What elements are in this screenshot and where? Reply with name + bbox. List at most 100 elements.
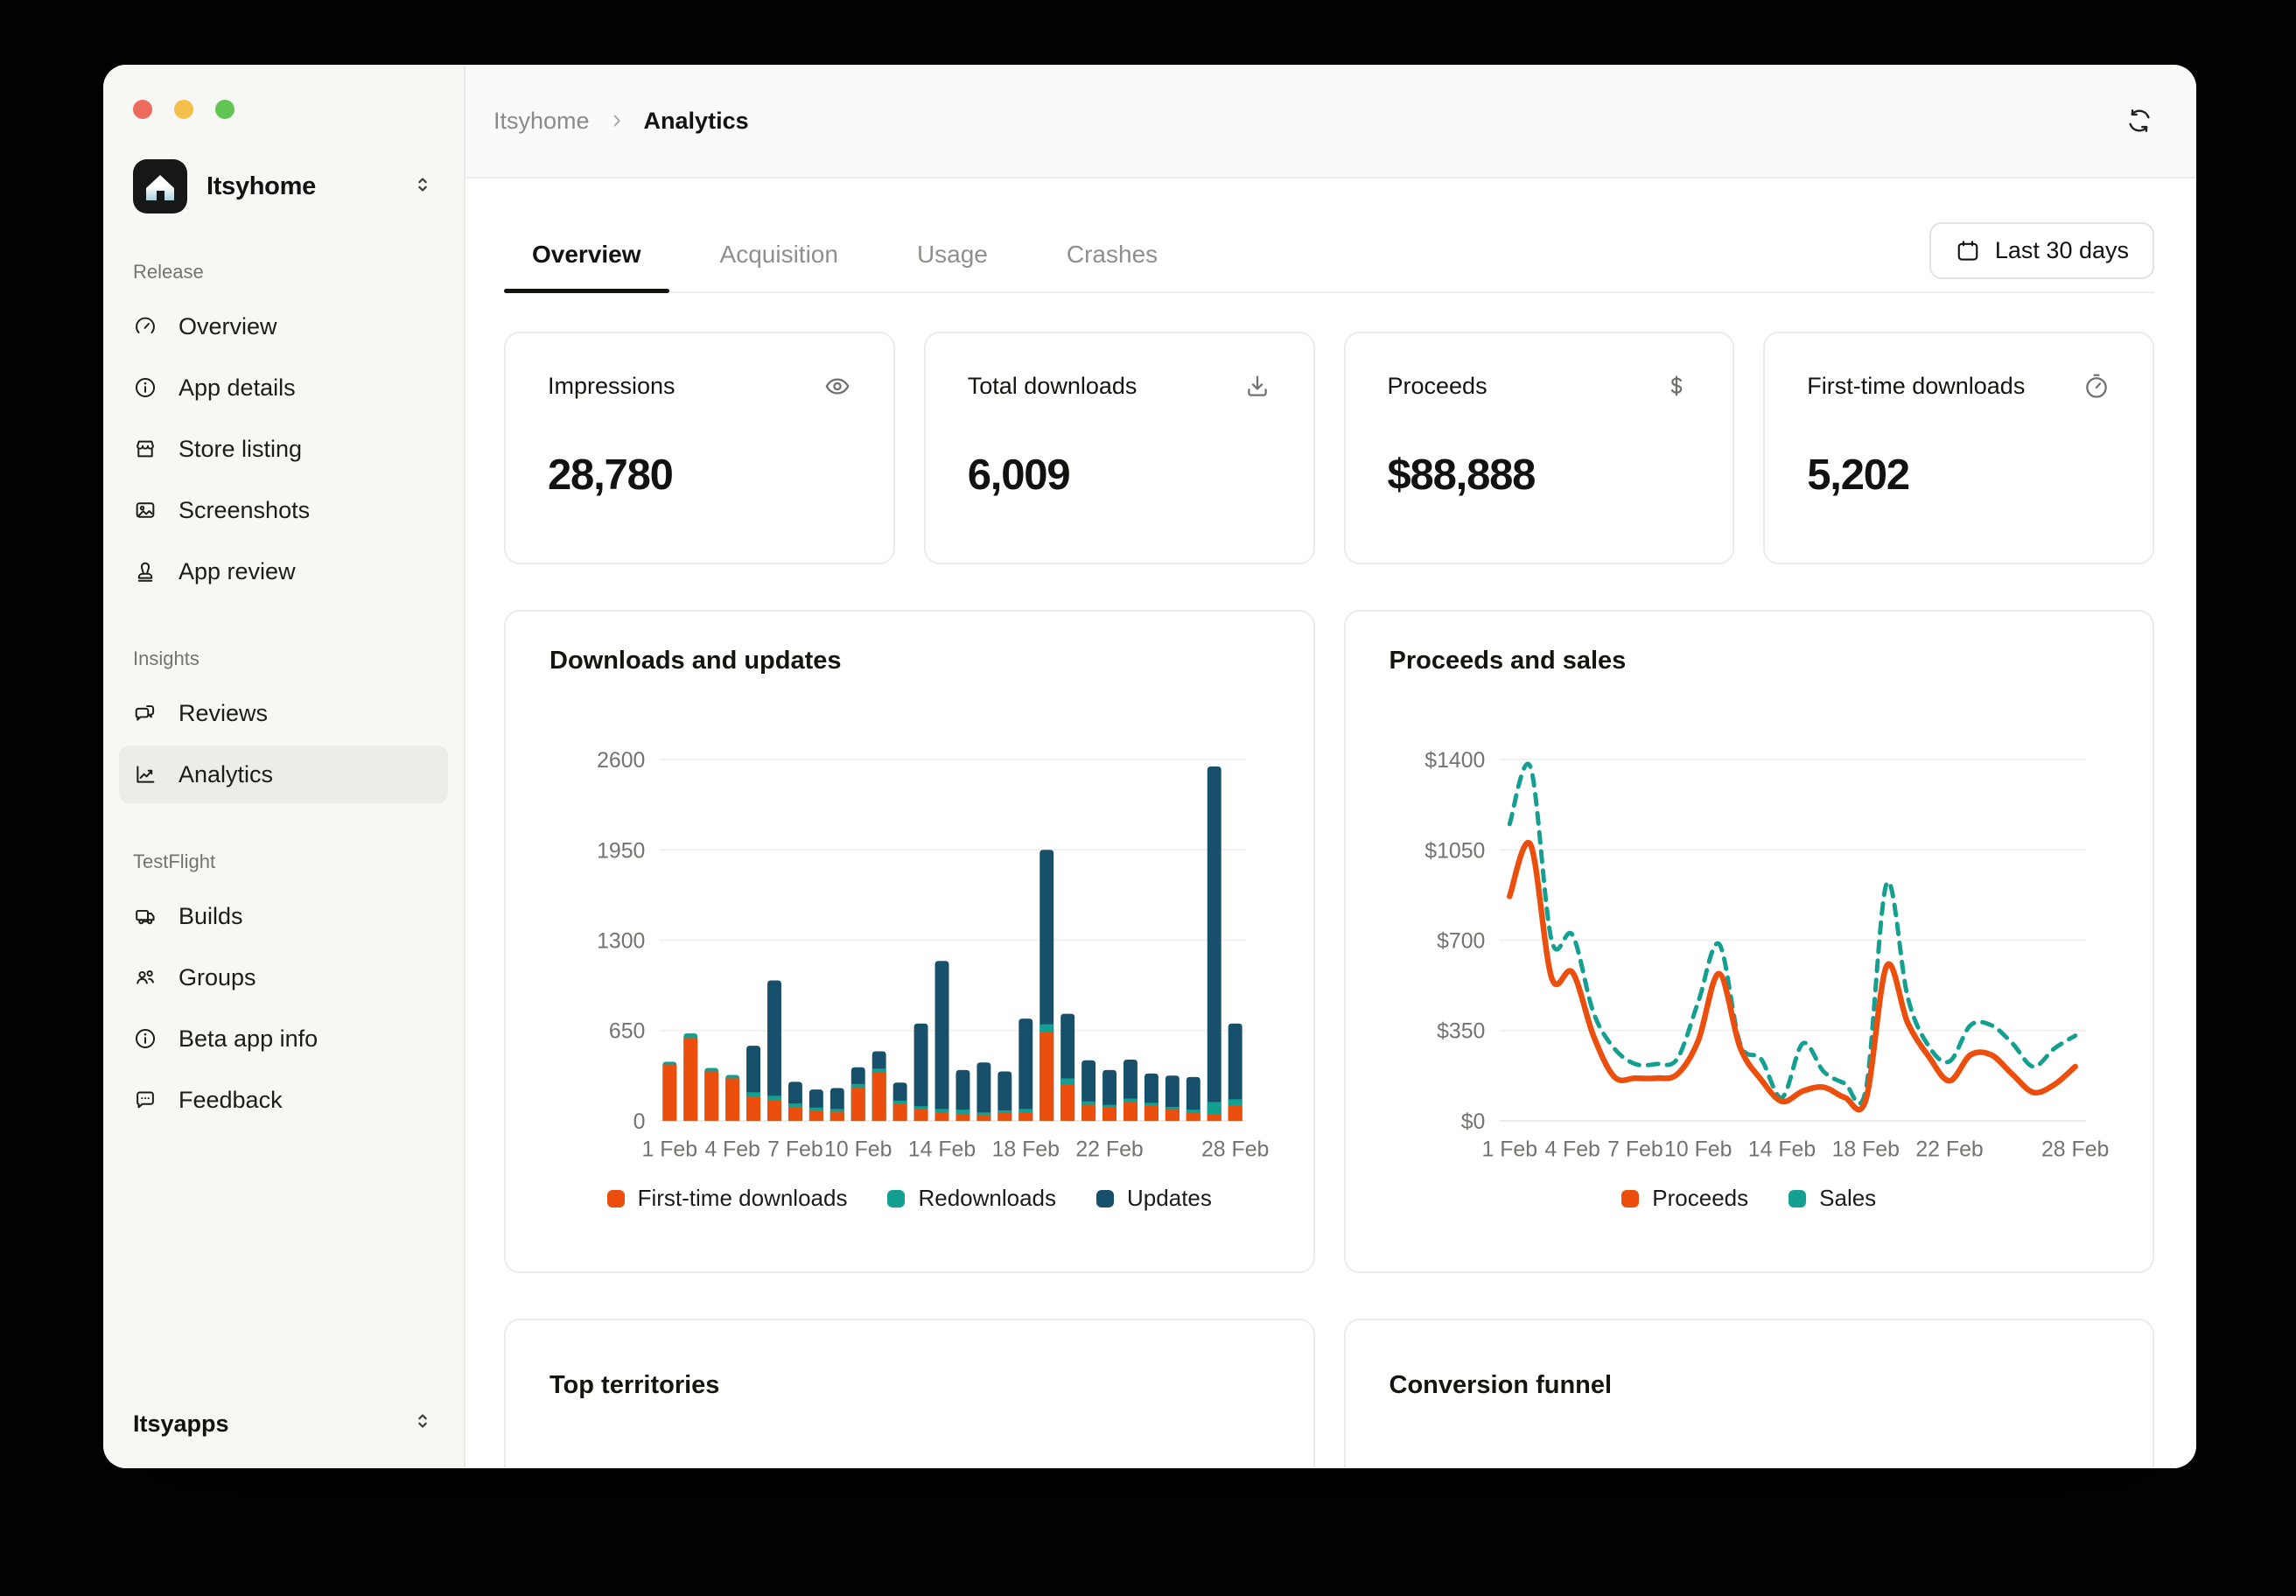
legend-label: Proceeds (1652, 1185, 1748, 1212)
svg-text:14 Feb: 14 Feb (1747, 1138, 1815, 1162)
tab-crashes[interactable]: Crashes (1039, 232, 1186, 291)
minimize-window-button[interactable] (174, 100, 193, 119)
date-range-label: Last 30 days (1995, 237, 2129, 264)
svg-text:4 Feb: 4 Feb (1544, 1138, 1600, 1162)
sidebar-item-label: Builds (178, 903, 243, 930)
stat-title: Total downloads (968, 373, 1138, 400)
top-territories-card: Top territories (504, 1319, 1315, 1468)
legend-redownloads: Redownloads (887, 1185, 1056, 1212)
svg-text:10 Feb: 10 Feb (1664, 1138, 1732, 1162)
svg-text:$1050: $1050 (1424, 838, 1485, 863)
stat-value: 5,202 (1807, 451, 2110, 500)
zoom-window-button[interactable] (215, 100, 234, 119)
app-window: Itsyhome Release Overview App detailsStore… (103, 65, 2196, 1468)
app-switcher[interactable]: Itsyhome (133, 159, 434, 214)
downloads-chart-card: Downloads and updates 06501300195026001 … (504, 610, 1315, 1273)
sidebar: Itsyhome Release Overview App detailsStore… (103, 65, 466, 1468)
stat-card-proceeds: Proceeds $88,888 (1344, 332, 1735, 564)
main-area: Itsyhome Analytics Overview Acquisition Us… (466, 65, 2196, 1468)
stat-title: Impressions (548, 373, 676, 400)
gauge-icon (133, 314, 158, 339)
proceeds-chart-card: Proceeds and sales $0$350$700$1050$14001… (1344, 610, 2155, 1273)
sidebar-item-screenshots[interactable]: Screenshots (119, 481, 448, 539)
sidebar-item-app-details[interactable]: App details (119, 359, 448, 416)
legend-label: Updates (1127, 1185, 1212, 1212)
sidebar-item-app-review[interactable]: App review (119, 542, 448, 600)
sidebar-item-store-listing[interactable]: Store listing (119, 420, 448, 478)
stat-title: First-time downloads (1807, 373, 2025, 400)
sidebar-item-beta-app-info[interactable]: Beta app info (119, 1010, 448, 1068)
svg-text:0: 0 (634, 1110, 646, 1134)
svg-text:2600: 2600 (597, 748, 645, 773)
close-window-button[interactable] (133, 100, 152, 119)
sidebar-item-analytics[interactable]: Analytics (119, 746, 448, 803)
breadcrumb-app[interactable]: Itsyhome (494, 108, 590, 135)
legend-updates: Updates (1096, 1185, 1212, 1212)
sidebar-item-feedback[interactable]: Feedback (119, 1071, 448, 1129)
date-range-button[interactable]: Last 30 days (1929, 222, 2154, 279)
proceeds-chart-title: Proceeds and sales (1390, 647, 2110, 676)
sidebar-item-label: Analytics (178, 761, 273, 788)
sidebar-item-label: Feedback (178, 1087, 283, 1114)
info-icon (133, 1026, 158, 1051)
sidebar-app-name: Itsyhome (206, 172, 392, 201)
sidebar-item-label: Screenshots (178, 497, 310, 524)
tab-usage[interactable]: Usage (889, 232, 1016, 291)
image-icon (133, 498, 158, 522)
tab-overview[interactable]: Overview (504, 232, 669, 291)
downloads-legend: First-time downloads Redownloads Updates (550, 1185, 1270, 1212)
svg-text:28 Feb: 28 Feb (2040, 1138, 2108, 1162)
chevron-updown-icon (411, 173, 434, 200)
calendar-icon (1955, 238, 1981, 264)
svg-text:4 Feb: 4 Feb (704, 1138, 760, 1162)
chat-bubbles-icon (133, 701, 158, 725)
dollar-icon (1662, 372, 1690, 400)
section-label-release: Release (133, 261, 434, 284)
stamp-icon (133, 559, 158, 584)
stat-card-total-downloads: Total downloads6,009 (924, 332, 1315, 564)
sidebar-item-builds[interactable]: Builds (119, 887, 448, 945)
stat-value: 28,780 (548, 451, 851, 500)
breadcrumb-page: Analytics (644, 108, 749, 135)
legend-first-time-downloads: First-time downloads (607, 1185, 848, 1212)
svg-text:18 Feb: 18 Feb (1831, 1138, 1899, 1162)
analytics-content: Overview Acquisition Usage Crashes Last 30 … (466, 178, 2196, 1468)
line-chart-icon (133, 762, 158, 787)
svg-text:22 Feb: 22 Feb (1915, 1138, 1983, 1162)
legend-swatch (1788, 1190, 1806, 1208)
downloads-chart: 06501300195026001 Feb4 Feb7 Feb10 Feb14 … (550, 707, 1270, 1171)
svg-text:650: 650 (609, 1019, 645, 1044)
conversion-funnel-title: Conversion funnel (1390, 1371, 2110, 1400)
section-label-insights: Insights (133, 648, 434, 670)
stat-title: Proceeds (1388, 373, 1488, 400)
refresh-button[interactable] (2124, 106, 2154, 136)
svg-text:$700: $700 (1437, 928, 1485, 953)
stat-card-impressions: Impressions 28,780 (504, 332, 895, 564)
tabs: Overview Acquisition Usage Crashes (504, 232, 1186, 291)
sidebar-item-groups[interactable]: Groups (119, 948, 448, 1006)
sidebar-item-label: App review (178, 558, 296, 585)
svg-text:18 Feb: 18 Feb (992, 1138, 1060, 1162)
stat-value: $88,888 (1388, 451, 1691, 500)
eye-icon (823, 372, 851, 400)
svg-text:10 Feb: 10 Feb (824, 1138, 892, 1162)
charts-row: Downloads and updates 06501300195026001 … (504, 610, 2154, 1273)
sidebar-item-reviews[interactable]: Reviews (119, 684, 448, 742)
sidebar-item-label: Beta app info (178, 1026, 318, 1053)
sidebar-nav: ReleaseOverviewApp detailsStore listingS… (133, 261, 434, 1129)
refresh-icon (2124, 106, 2154, 136)
tab-acquisition[interactable]: Acquisition (692, 232, 866, 291)
legend-proceeds: Proceeds (1621, 1185, 1748, 1212)
legend-label: Sales (1819, 1185, 1876, 1212)
top-territories-title: Top territories (550, 1371, 1270, 1400)
workspace-switcher[interactable]: Itsyapps (133, 1410, 434, 1438)
proceeds-chart: $0$350$700$1050$14001 Feb4 Feb7 Feb10 Fe… (1390, 707, 2110, 1171)
section-label-testflight: TestFlight (133, 850, 434, 873)
bottom-row: Top territories Conversion funnel (504, 1319, 2154, 1468)
sidebar-item-label: Overview (178, 313, 277, 340)
itsyhome-app-icon (133, 159, 187, 214)
legend-sales: Sales (1788, 1185, 1876, 1212)
svg-text:1950: 1950 (597, 838, 645, 863)
sidebar-item-overview[interactable]: Overview (119, 298, 448, 355)
chevron-updown-icon (411, 1410, 434, 1438)
